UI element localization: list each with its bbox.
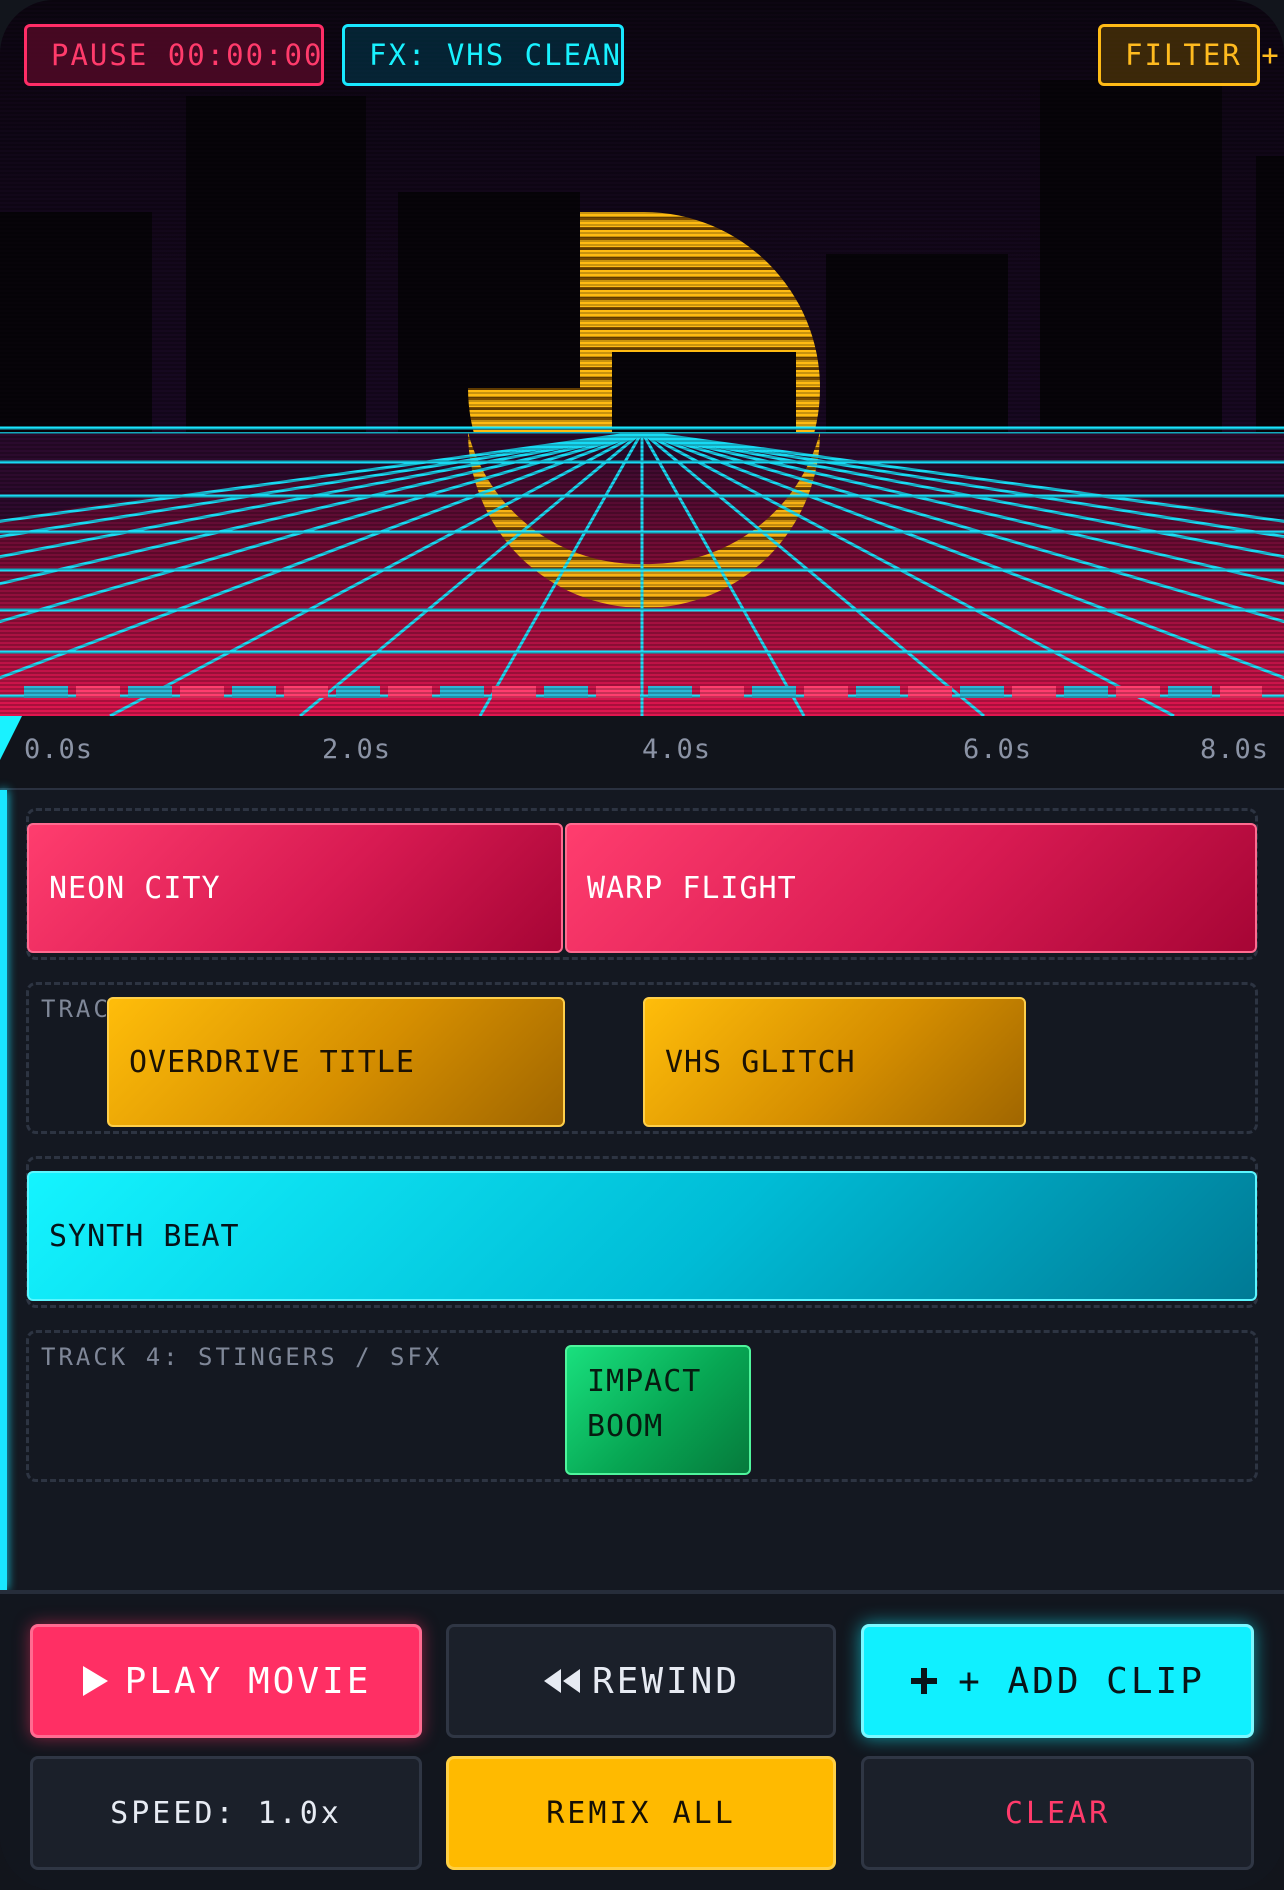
ruler-tick: 8.0s: [1200, 734, 1270, 765]
clip-label: NEON CITY: [49, 870, 221, 906]
clip-vhs-glitch[interactable]: VHS GLITCH: [643, 997, 1026, 1127]
clip-label: VHS GLITCH: [665, 1044, 856, 1080]
speed-button[interactable]: SPEED: 1.0x: [30, 1756, 422, 1870]
clip-warp-flight[interactable]: WARP FLIGHT: [565, 823, 1257, 953]
rewind-label: REWIND: [591, 1660, 741, 1702]
track-label: TRACK 4: STINGERS / SFX: [41, 1343, 443, 1371]
ruler-tick: 6.0s: [963, 734, 1033, 765]
rewind-button[interactable]: REWIND: [446, 1624, 836, 1738]
pause-timecode-button[interactable]: PAUSE 00:00:00: [24, 24, 324, 86]
clear-button[interactable]: CLEAR: [861, 1756, 1254, 1870]
vhs-scanlines: [0, 0, 1284, 716]
video-editor-app: PAUSE 00:00:00 FX: VHS CLEAN FILTER + 0.…: [0, 0, 1284, 1890]
clear-label: CLEAR: [1004, 1795, 1111, 1831]
clip-impact-boom[interactable]: IMPACT BOOM: [565, 1345, 751, 1475]
add-filter-button[interactable]: FILTER +: [1098, 24, 1279, 86]
clip-label: SYNTH BEAT: [49, 1218, 240, 1254]
rewind-icon: [542, 1667, 582, 1695]
playhead-handle[interactable]: [0, 716, 22, 760]
clip-label: WARP FLIGHT: [587, 870, 797, 906]
track-2: TRAC OVERDRIVE TITLE VHS GLITCH: [26, 982, 1258, 1134]
ruler-tick: 4.0s: [642, 734, 712, 765]
play-movie-button[interactable]: PLAY MOVIE: [30, 1624, 422, 1738]
clip-overdrive-title[interactable]: OVERDRIVE TITLE: [107, 997, 565, 1127]
ruler-tick: 2.0s: [322, 734, 392, 765]
remix-all-label: REMIX ALL: [546, 1795, 736, 1831]
track-3: SYNTH BEAT: [26, 1156, 1258, 1308]
preview-scene: [0, 0, 1284, 716]
clip-neon-city[interactable]: NEON CITY: [27, 823, 563, 953]
remix-all-button[interactable]: REMIX ALL: [446, 1756, 836, 1870]
add-clip-label: + ADD CLIP: [958, 1660, 1205, 1702]
track-1: NEON CITY WARP FLIGHT: [26, 808, 1258, 960]
clip-label: IMPACT BOOM: [587, 1364, 702, 1444]
track-label: TRAC: [41, 995, 111, 1023]
play-icon: [81, 1665, 109, 1697]
clip-label: OVERDRIVE TITLE: [129, 1044, 415, 1080]
add-clip-button[interactable]: + ADD CLIP: [861, 1624, 1254, 1738]
speed-label: SPEED: 1.0x: [110, 1795, 342, 1831]
play-movie-label: PLAY MOVIE: [124, 1660, 372, 1702]
video-preview[interactable]: PAUSE 00:00:00 FX: VHS CLEAN FILTER +: [0, 0, 1284, 716]
fx-preset-button[interactable]: FX: VHS CLEAN: [342, 24, 624, 86]
clip-synth-beat[interactable]: SYNTH BEAT: [27, 1171, 1257, 1301]
timeline-ruler[interactable]: 0.0s 2.0s 4.0s 6.0s 8.0s: [0, 716, 1284, 790]
plus-icon: [910, 1667, 938, 1695]
control-panel: PLAY MOVIE REWIND + ADD CLIP SPEED: 1.0x…: [0, 1590, 1284, 1890]
ruler-tick: 0.0s: [24, 734, 94, 765]
playhead-line[interactable]: [0, 790, 7, 1590]
track-4: TRACK 4: STINGERS / SFX IMPACT BOOM: [26, 1330, 1258, 1482]
